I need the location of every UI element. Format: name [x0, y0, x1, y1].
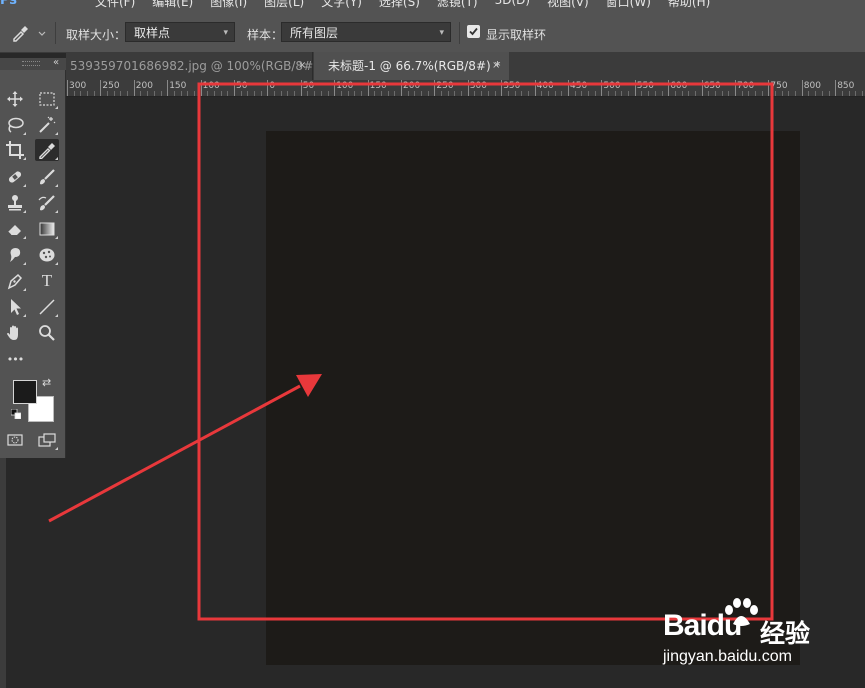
watermark-url: jingyan.baidu.com	[663, 648, 792, 665]
watermark-logo: Baidu	[663, 609, 742, 642]
watermark-title: 经验	[760, 619, 811, 648]
annotation-overlay	[48, 82, 774, 621]
annotation-arrow-head	[296, 374, 322, 397]
annotation-highlight-box	[197, 82, 774, 621]
baidu-watermark: Baidu 经验 jingyan.baidu.com	[663, 598, 863, 670]
annotation-arrow-icon	[48, 384, 301, 523]
foreground-color-swatch-face[interactable]	[13, 380, 37, 404]
